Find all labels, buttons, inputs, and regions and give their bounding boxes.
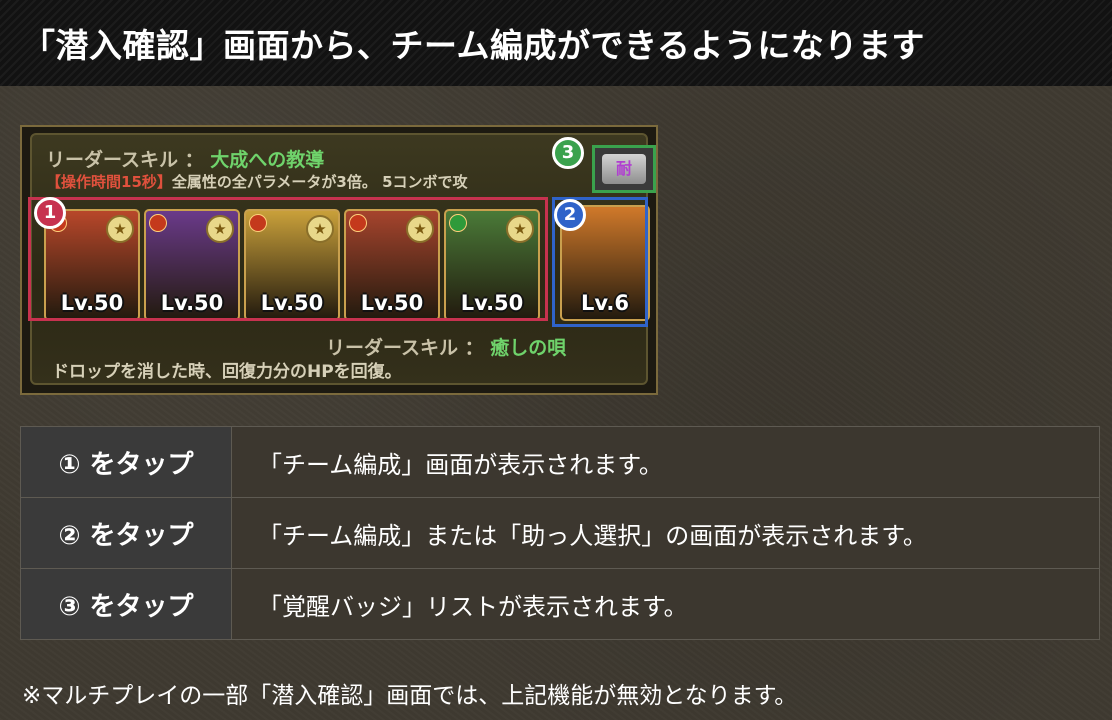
badge-icon: 耐 <box>602 154 646 184</box>
helper-skill-line: リーダースキル ： 癒しの唄 <box>326 333 566 360</box>
instruction-table: ① をタップ 「チーム編成」画面が表示されます。 ② をタップ 「チーム編成」ま… <box>20 426 1100 640</box>
table-row: ① をタップ 「チーム編成」画面が表示されます。 <box>20 426 1100 498</box>
leader-skill-description: 【操作時間15秒】全属性の全パラメータが3倍。 5コンボで攻 <box>46 171 468 192</box>
instruction-description: 「チーム編成」または「助っ人選択」の画面が表示されます。 <box>231 497 1100 569</box>
page-title: 「潜入確認」画面から、チーム編成ができるようになります <box>22 26 925 65</box>
marker-3: 3 <box>552 137 584 169</box>
marker-1: 1 <box>34 197 66 229</box>
instruction-key: ② をタップ <box>20 497 232 569</box>
table-row: ③ をタップ 「覚醒バッジ」リストが表示されます。 <box>20 568 1100 640</box>
marker-2: 2 <box>554 199 586 231</box>
helper-skill-description: ドロップを消した時、回復力分のHPを回復。 <box>52 362 402 382</box>
instruction-key: ① をタップ <box>20 426 232 498</box>
leader-skill-label: リーダースキル ： <box>46 149 204 171</box>
instruction-description: 「チーム編成」画面が表示されます。 <box>231 426 1100 498</box>
awakening-badge-button[interactable]: 耐 <box>592 145 656 193</box>
team-highlight-frame <box>28 197 548 321</box>
game-screenshot: リーダースキル ： 大成への教導 【操作時間15秒】全属性の全パラメータが3倍。… <box>20 125 658 395</box>
leader-skill-name: 大成への教導 <box>210 149 325 171</box>
instruction-description: 「覚醒バッジ」リストが表示されます。 <box>231 568 1100 640</box>
leader-skill-tag: 【操作時間15秒】 <box>46 173 172 191</box>
leader-skill-text: 全属性の全パラメータが3倍。 5コンボで攻 <box>171 173 468 191</box>
footnote: ※マルチプレイの一部「潜入確認」画面では、上記機能が無効となります。 <box>22 683 798 709</box>
helper-skill-label: リーダースキル ： <box>326 337 484 359</box>
leader-skill-line: リーダースキル ： 大成への教導 <box>46 145 324 172</box>
instruction-key: ③ をタップ <box>20 568 232 640</box>
table-row: ② をタップ 「チーム編成」または「助っ人選択」の画面が表示されます。 <box>20 497 1100 569</box>
helper-skill-name: 癒しの唄 <box>490 337 567 359</box>
page-header: 「潜入確認」画面から、チーム編成ができるようになります <box>0 0 1112 86</box>
